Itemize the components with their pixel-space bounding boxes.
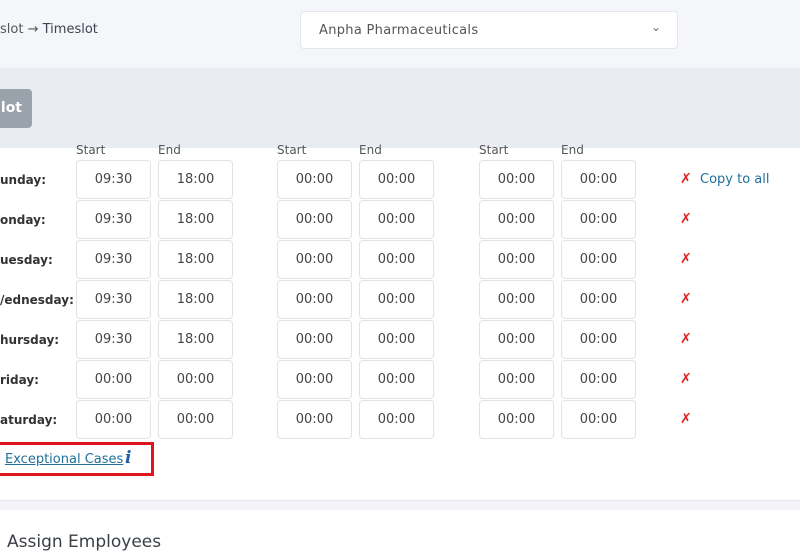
breadcrumb: slot → Timeslot xyxy=(0,22,98,37)
breadcrumb-arrow-icon: → xyxy=(27,22,39,37)
time-input-start[interactable]: 00:00 xyxy=(479,240,554,279)
time-input-start[interactable]: 00:00 xyxy=(479,360,554,399)
time-input-start[interactable]: 09:30 xyxy=(76,160,151,199)
time-input-start[interactable]: 00:00 xyxy=(277,400,352,439)
time-input-start[interactable]: 00:00 xyxy=(76,400,151,439)
column-header-end: End xyxy=(561,143,584,157)
time-input-end[interactable]: 00:00 xyxy=(359,240,434,279)
breadcrumb-parent[interactable]: slot xyxy=(0,22,23,37)
time-input-start[interactable]: 00:00 xyxy=(479,320,554,359)
time-input-start[interactable]: 00:00 xyxy=(277,200,352,239)
company-select-value: Anpha Pharmaceuticals xyxy=(319,23,479,38)
time-input-start[interactable]: 00:00 xyxy=(76,360,151,399)
time-input-start[interactable]: 00:00 xyxy=(277,280,352,319)
time-input-start[interactable]: 00:00 xyxy=(277,160,352,199)
column-header-end: End xyxy=(359,143,382,157)
time-input-end[interactable]: 18:00 xyxy=(158,280,233,319)
day-label: aturday: xyxy=(0,413,58,427)
breadcrumb-current: Timeslot xyxy=(42,22,98,37)
remove-x-icon[interactable]: ✗ xyxy=(680,332,692,346)
time-input-start[interactable]: 00:00 xyxy=(479,160,554,199)
time-input-end[interactable]: 18:00 xyxy=(158,200,233,239)
assign-employees-title: Assign Employees xyxy=(7,532,162,552)
info-icon[interactable]: i xyxy=(125,448,131,468)
copy-to-all-link[interactable]: Copy to all xyxy=(700,172,769,187)
exceptional-cases-link[interactable]: Exceptional Cases xyxy=(5,452,123,467)
day-label: onday: xyxy=(0,213,46,227)
time-input-end[interactable]: 18:00 xyxy=(158,320,233,359)
time-input-end[interactable]: 00:00 xyxy=(359,200,434,239)
day-label: uesday: xyxy=(0,253,53,267)
company-select[interactable]: Anpha Pharmaceuticals ⌄ xyxy=(300,11,678,49)
time-input-start[interactable]: 09:30 xyxy=(76,280,151,319)
column-header-start: Start xyxy=(76,143,106,157)
day-label: hursday: xyxy=(0,333,60,347)
time-input-start[interactable]: 00:00 xyxy=(277,360,352,399)
remove-x-icon[interactable]: ✗ xyxy=(680,412,692,426)
time-input-start[interactable]: 00:00 xyxy=(479,280,554,319)
time-input-end[interactable]: 00:00 xyxy=(359,400,434,439)
time-input-end[interactable]: 18:00 xyxy=(158,240,233,279)
time-input-start[interactable]: 00:00 xyxy=(479,200,554,239)
time-input-end[interactable]: 00:00 xyxy=(561,400,636,439)
remove-x-icon[interactable]: ✗ xyxy=(680,252,692,266)
time-input-start[interactable]: 09:30 xyxy=(76,240,151,279)
time-input-start[interactable]: 00:00 xyxy=(277,320,352,359)
time-input-end[interactable]: 00:00 xyxy=(359,360,434,399)
day-label: riday: xyxy=(0,373,39,387)
day-label: unday: xyxy=(0,173,47,187)
remove-x-icon[interactable]: ✗ xyxy=(680,292,692,306)
time-input-end[interactable]: 00:00 xyxy=(359,320,434,359)
time-input-start[interactable]: 00:00 xyxy=(277,240,352,279)
column-header-end: End xyxy=(158,143,181,157)
column-header-start: Start xyxy=(277,143,307,157)
column-header-start: Start xyxy=(479,143,509,157)
time-input-end[interactable]: 00:00 xyxy=(561,240,636,279)
add-timeslot-button[interactable]: lot xyxy=(0,89,32,128)
time-input-start[interactable]: 00:00 xyxy=(479,400,554,439)
section-divider xyxy=(0,500,800,510)
top-bar: slot → Timeslot Anpha Pharmaceuticals ⌄ xyxy=(0,0,800,68)
time-input-end[interactable]: 00:00 xyxy=(359,160,434,199)
action-bar: lot xyxy=(0,68,800,148)
remove-x-icon[interactable]: ✗ xyxy=(680,212,692,226)
time-input-end[interactable]: 00:00 xyxy=(561,320,636,359)
time-input-end[interactable]: 00:00 xyxy=(561,160,636,199)
remove-x-icon[interactable]: ✗ xyxy=(680,372,692,386)
time-input-end[interactable]: 00:00 xyxy=(158,400,233,439)
day-label: /ednesday: xyxy=(0,293,74,307)
chevron-down-icon: ⌄ xyxy=(650,20,661,34)
time-input-end[interactable]: 00:00 xyxy=(561,360,636,399)
time-input-end[interactable]: 00:00 xyxy=(158,360,233,399)
time-input-end[interactable]: 00:00 xyxy=(359,280,434,319)
time-input-end[interactable]: 00:00 xyxy=(561,280,636,319)
time-input-start[interactable]: 09:30 xyxy=(76,200,151,239)
time-input-end[interactable]: 00:00 xyxy=(561,200,636,239)
time-input-start[interactable]: 09:30 xyxy=(76,320,151,359)
time-input-end[interactable]: 18:00 xyxy=(158,160,233,199)
remove-x-icon[interactable]: ✗ xyxy=(680,172,692,186)
